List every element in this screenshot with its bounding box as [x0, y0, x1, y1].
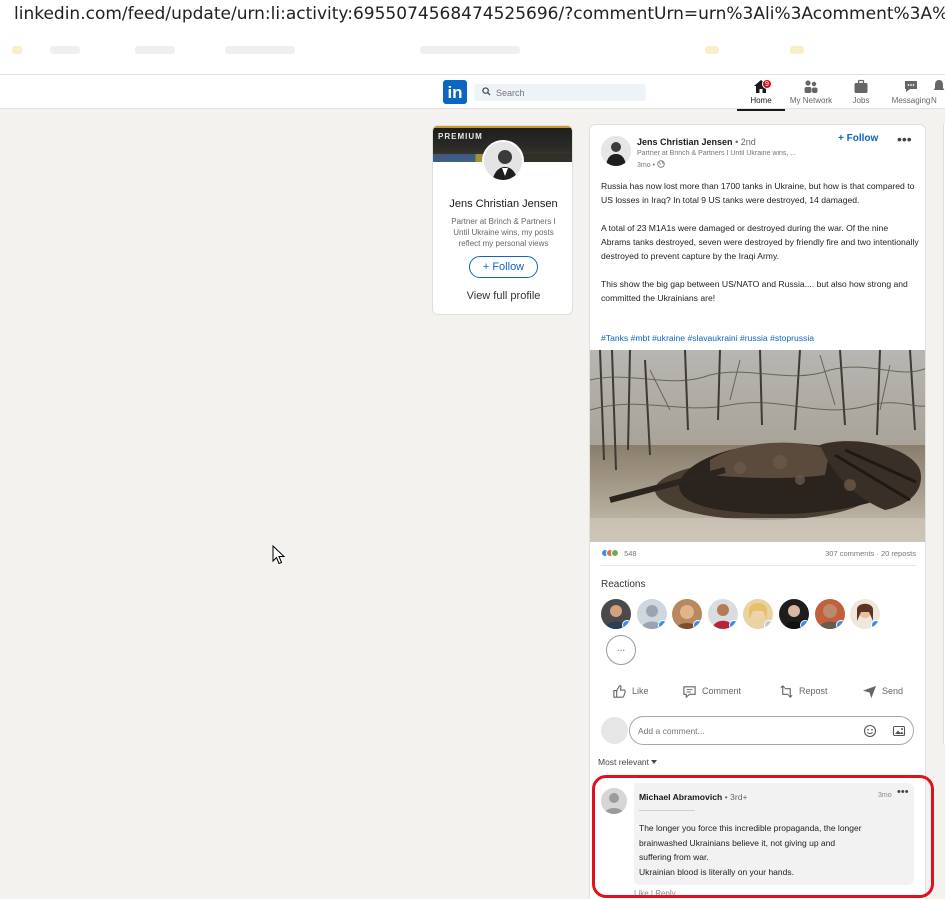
send-icon [862, 685, 877, 698]
post-author-line: Jens Christian Jensen • 2nd [637, 137, 756, 147]
author-avatar[interactable] [601, 136, 631, 166]
comment-box[interactable] [629, 716, 914, 745]
repost-label: Repost [799, 686, 828, 696]
profile-follow-button[interactable]: + Follow [469, 256, 538, 278]
premium-label: PREMIUM [438, 132, 483, 141]
chevron-down-icon [651, 760, 658, 764]
post-time-text: 3mo • [637, 162, 656, 169]
send-label: Send [882, 686, 904, 696]
linkedin-logo[interactable]: in [443, 80, 467, 104]
repost-button[interactable]: Repost [779, 681, 828, 701]
comment-button[interactable]: Comment [682, 681, 741, 701]
post-more-icon[interactable]: ••• [897, 131, 912, 147]
comment-input[interactable] [638, 724, 848, 738]
post-author-tagline: Partner at Brinch & Partners I Until Ukr… [637, 150, 797, 157]
reactor-avatar[interactable] [601, 599, 631, 629]
nav-my-network[interactable]: My Network [786, 79, 836, 105]
post-paragraph: A total of 23 M1A1s were damaged or dest… [601, 223, 919, 261]
reactor-avatar[interactable] [743, 599, 773, 629]
more-reactions-button[interactable]: ... [606, 635, 636, 665]
post-author-name[interactable]: Jens Christian Jensen [637, 137, 733, 147]
send-button[interactable]: Send [862, 681, 903, 701]
linkedin-navbar: in 9 Home My Network Jobs Messaging N [0, 75, 945, 111]
nav-notifications[interactable]: N [931, 79, 945, 105]
repost-icon [780, 684, 793, 698]
post-stats: 548 307 comments · 20 reposts [601, 549, 916, 558]
notification-badge: 9 [762, 79, 772, 89]
address-bar[interactable]: linkedin.com/feed/update/urn:li:activity… [0, 0, 945, 30]
divider [601, 565, 916, 566]
search-icon [482, 87, 491, 96]
nav-notifications-label: N [931, 96, 937, 105]
post-follow-label: Follow [846, 133, 879, 144]
nav-jobs-label: Jobs [852, 96, 870, 105]
post-text: Russia has now lost more than 1700 tanks… [601, 179, 919, 319]
search-input[interactable] [496, 84, 642, 101]
reactor-avatar[interactable] [672, 599, 702, 629]
globe-icon [657, 160, 665, 168]
nav-home-label: Home [750, 96, 772, 105]
profile-avatar[interactable] [482, 140, 524, 182]
comment-label: Comment [702, 686, 742, 696]
view-full-profile-link[interactable]: View full profile [433, 290, 572, 302]
search-bar[interactable] [474, 84, 646, 101]
sort-comments-dropdown[interactable]: Most relevant [598, 757, 658, 767]
briefcase-icon [854, 79, 868, 93]
like-button[interactable]: Like [612, 681, 649, 701]
post-author-degree: • 2nd [735, 137, 756, 147]
post-time: 3mo • [637, 160, 665, 169]
messaging-icon [905, 81, 917, 92]
nav-messaging-label: Messaging [891, 96, 931, 105]
post-paragraph: Russia has now lost more than 1700 tanks… [601, 181, 915, 205]
image-icon[interactable] [892, 724, 906, 738]
mouse-cursor-icon [272, 545, 286, 565]
post-image-destroyed-tank[interactable] [590, 350, 925, 542]
profile-tagline: Partner at Brinch & Partners I Until Ukr… [451, 217, 556, 248]
current-user-avatar [601, 717, 628, 744]
post-paragraph: This show the big gap between US/NATO an… [601, 279, 908, 303]
nav-my-network-label: My Network [789, 96, 833, 105]
profile-name[interactable]: Jens Christian Jensen [433, 198, 572, 210]
reaction-icons [601, 549, 619, 558]
post-follow-button[interactable]: + Follow [838, 133, 878, 144]
comment-highlight-box [592, 775, 934, 898]
profile-card: PREMIUM Jens Christian Jensen Partner at… [432, 125, 573, 315]
comments-reposts-count[interactable]: 307 comments · 20 reposts [825, 549, 916, 558]
network-icon [804, 80, 818, 93]
reactions-heading: Reactions [601, 579, 646, 590]
like-icon [613, 684, 626, 698]
nav-messaging[interactable]: Messaging [886, 79, 936, 105]
sort-label: Most relevant [598, 757, 650, 767]
reactor-avatar[interactable] [850, 599, 880, 629]
notifications-icon [933, 80, 945, 90]
nav-home[interactable]: 9 Home [736, 79, 786, 111]
reactor-avatar[interactable] [779, 599, 809, 629]
comment-icon [683, 685, 696, 698]
faded-header [0, 30, 945, 75]
nav-jobs[interactable]: Jobs [836, 79, 886, 105]
reactor-avatar[interactable] [637, 599, 667, 629]
post-hashtags[interactable]: #Tanks #mbt #ukraine #slavaukraini #russ… [601, 333, 814, 343]
url-text: linkedin.com/feed/update/urn:li:activity… [14, 4, 945, 24]
like-label: Like [632, 686, 649, 696]
reactions-count[interactable]: 548 [624, 549, 637, 558]
reactor-avatar[interactable] [708, 599, 738, 629]
emoji-icon[interactable] [863, 724, 877, 738]
reactor-avatar[interactable] [815, 599, 845, 629]
